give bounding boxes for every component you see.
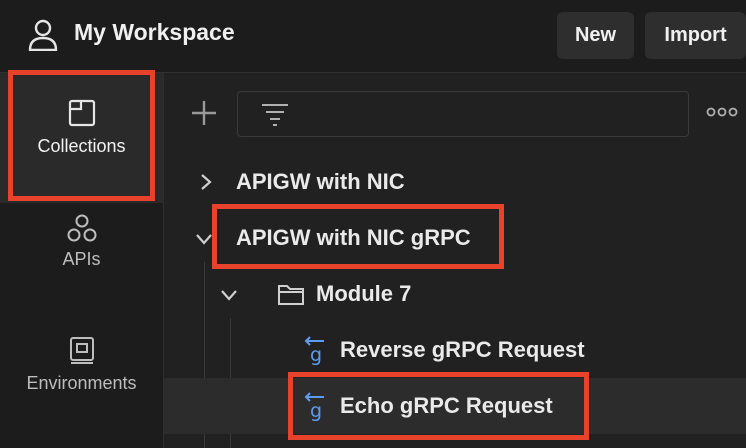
svg-text:g: g — [310, 400, 322, 421]
folder-icon — [278, 285, 304, 305]
tree-item-collection[interactable]: APIGW with NIC gRPC — [164, 210, 746, 266]
import-button[interactable]: Import — [645, 12, 746, 59]
environments-icon — [69, 337, 94, 364]
more-options-icon[interactable] — [706, 104, 738, 120]
sidebar: Collections APIs Environments — [0, 73, 164, 448]
apis-icon — [67, 214, 96, 242]
tree-item-request[interactable]: g Echo gRPC Request — [164, 378, 746, 434]
sidebar-item-environments[interactable]: Environments — [0, 335, 163, 425]
sidebar-item-apis[interactable]: APIs — [0, 213, 163, 303]
sidebar-item-label: Collections — [37, 136, 126, 156]
collections-icon — [68, 99, 95, 127]
workspace-title[interactable]: My Workspace — [74, 19, 235, 46]
sidebar-item-collections[interactable]: Collections — [0, 73, 163, 203]
collection-name: APIGW with NIC gRPC — [236, 225, 471, 250]
chevron-right-icon[interactable] — [199, 173, 213, 191]
chevron-down-icon[interactable] — [220, 288, 238, 302]
collection-name: APIGW with NIC — [236, 169, 405, 194]
request-name: Echo gRPC Request — [340, 393, 553, 418]
user-icon[interactable] — [28, 19, 58, 51]
plus-icon[interactable] — [189, 98, 219, 128]
folder-name: Module 7 — [316, 281, 412, 306]
grpc-icon: g — [304, 392, 324, 421]
sidebar-item-label: Environments — [26, 373, 137, 393]
chevron-down-icon[interactable] — [195, 232, 213, 246]
tree-item-collection[interactable]: APIGW with NIC — [164, 154, 746, 210]
filter-input[interactable] — [237, 91, 689, 137]
filter-icon[interactable] — [260, 102, 290, 128]
tree-item-request[interactable]: g Reverse gRPC Request — [164, 322, 746, 378]
new-button[interactable]: New — [557, 12, 634, 59]
workspace-header: My Workspace New Import — [0, 0, 746, 73]
svg-text:g: g — [310, 344, 322, 365]
sidebar-item-label: APIs — [62, 249, 101, 269]
request-name: Reverse gRPC Request — [340, 337, 585, 362]
grpc-icon: g — [304, 336, 324, 365]
tree-item-folder[interactable]: Module 7 — [164, 266, 746, 322]
